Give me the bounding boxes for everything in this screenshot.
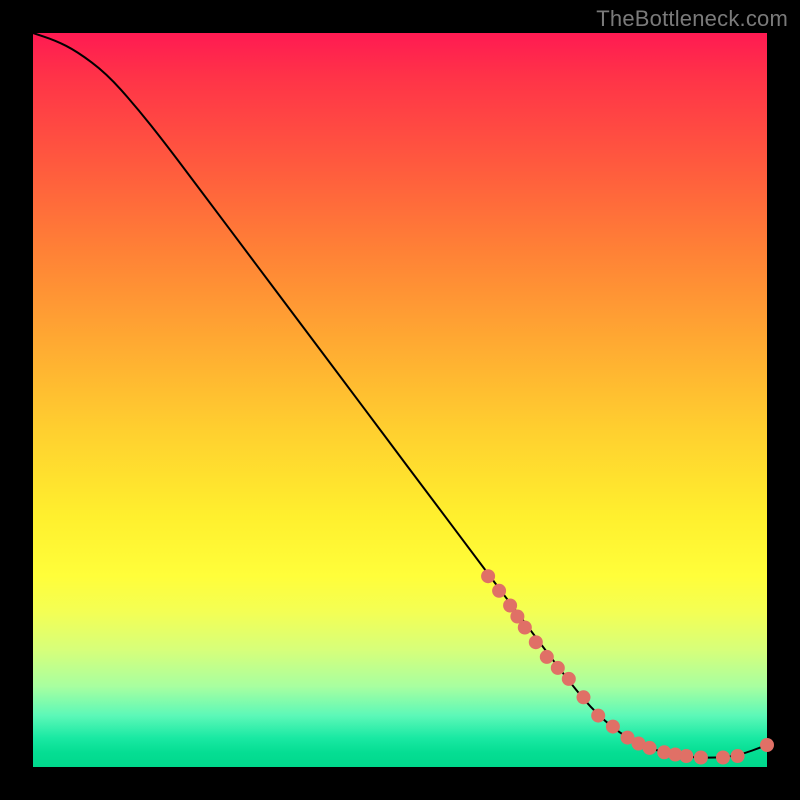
highlight-marker <box>481 569 495 583</box>
highlight-marker <box>731 749 745 763</box>
highlight-marker <box>606 720 620 734</box>
bottleneck-curve <box>33 33 767 758</box>
highlight-marker <box>529 635 543 649</box>
highlight-marker <box>679 749 693 763</box>
highlight-marker <box>643 741 657 755</box>
plot-svg <box>33 33 767 767</box>
attribution-watermark: TheBottleneck.com <box>596 6 788 32</box>
highlight-marker <box>562 672 576 686</box>
highlight-markers <box>481 569 774 764</box>
chart-stage: TheBottleneck.com <box>0 0 800 800</box>
plot-area <box>33 33 767 767</box>
highlight-marker <box>591 709 605 723</box>
highlight-marker <box>551 661 565 675</box>
highlight-marker <box>518 621 532 635</box>
highlight-marker <box>540 650 554 664</box>
highlight-marker <box>760 738 774 752</box>
highlight-marker <box>694 751 708 765</box>
highlight-marker <box>577 690 591 704</box>
highlight-marker <box>492 584 506 598</box>
highlight-marker <box>716 751 730 765</box>
